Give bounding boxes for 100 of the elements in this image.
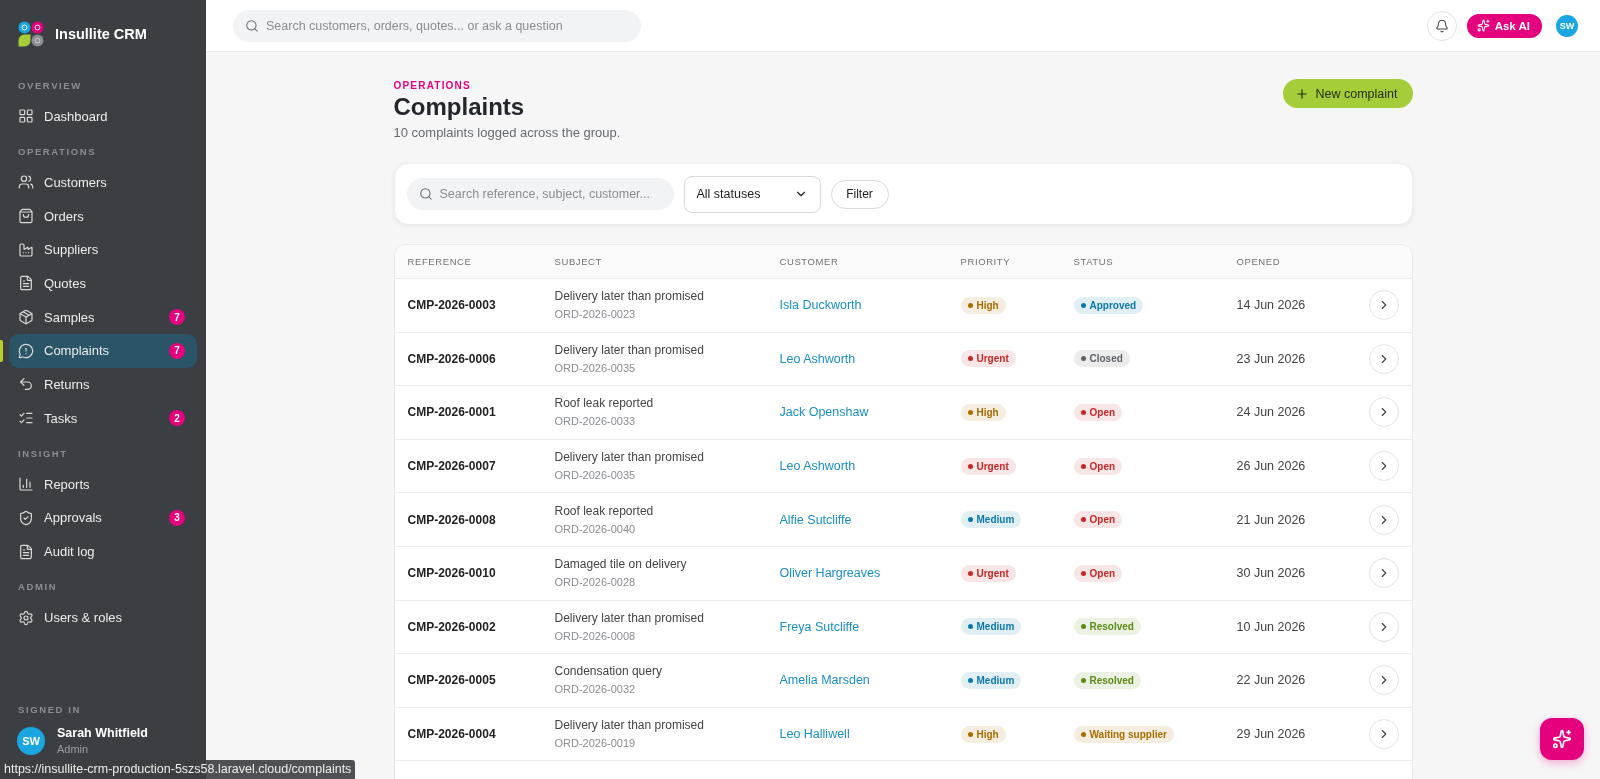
- section-label: ADMIN: [17, 580, 59, 595]
- nav-item[interactable]: Samples 7: [9, 300, 197, 334]
- column-header: CUSTOMER: [779, 256, 839, 267]
- plus-icon: [1294, 86, 1309, 101]
- filter-button[interactable]: Filter: [830, 179, 889, 209]
- status-label: Closed: [1089, 353, 1123, 365]
- nav-item[interactable]: Users & roles: [9, 600, 197, 635]
- priority-label: High: [976, 299, 999, 311]
- status-label: Open: [1089, 407, 1116, 418]
- opened-date: 14 Jun 2026: [1236, 298, 1306, 313]
- bell-icon: [1434, 18, 1449, 33]
- status-label: Waiting supplier: [1089, 728, 1167, 740]
- nav-item[interactable]: Reports: [9, 467, 197, 502]
- user-role: Admin: [57, 742, 90, 757]
- open-row-button[interactable]: [1368, 504, 1399, 535]
- order-number: ORD-2026-0032: [554, 682, 637, 697]
- open-row-button[interactable]: [1368, 611, 1399, 642]
- undo-icon: [18, 376, 34, 393]
- order-number: ORD-2026-0040: [554, 521, 637, 536]
- subject-text: Roof leak reported: [554, 396, 655, 412]
- nav-item[interactable]: Approvals 3: [9, 501, 197, 535]
- settings-icon: [18, 609, 34, 626]
- page-eyebrow: OPERATIONS: [393, 80, 472, 92]
- customer-link[interactable]: Leo Ashworth: [779, 459, 856, 474]
- opened-date: 26 Jun 2026: [1236, 459, 1306, 474]
- search-icon: [418, 187, 433, 201]
- order-number: ORD-2026-0008: [554, 628, 637, 643]
- customer-link[interactable]: Jack Openshaw: [779, 405, 869, 420]
- subject-text: Delivery later than promised: [554, 610, 705, 626]
- brand-name: Insullite CRM: [55, 26, 147, 42]
- search-icon: [245, 18, 259, 33]
- subject-text: Roof leak reported: [554, 503, 655, 519]
- nav-item[interactable]: Suppliers: [9, 232, 197, 267]
- opened-date: 30 Jun 2026: [1236, 566, 1306, 581]
- status-label: Resolved: [1089, 674, 1134, 686]
- reference-cell: CMP-2026-0002: [407, 619, 496, 634]
- open-row-button[interactable]: [1368, 451, 1399, 482]
- priority-label: Medium: [976, 674, 1015, 686]
- bag-icon: [18, 208, 34, 225]
- open-row-button[interactable]: [1368, 397, 1399, 428]
- priority-label: Urgent: [976, 567, 1009, 579]
- subject-text: Delivery later than promised: [554, 342, 705, 358]
- status-label: Approved: [1089, 299, 1137, 311]
- sparkles-icon: [1476, 19, 1490, 32]
- column-header: REFERENCE: [407, 256, 472, 267]
- grid-icon: [18, 108, 34, 125]
- nav-item[interactable]: Dashboard: [9, 99, 197, 134]
- customer-link[interactable]: Oliver Hargreaves: [779, 566, 881, 581]
- section-label: OVERVIEW: [17, 79, 83, 93]
- shield-check-icon: [18, 509, 34, 526]
- user-avatar: SW: [17, 727, 45, 755]
- nav-item[interactable]: Quotes: [9, 266, 197, 301]
- nav-item[interactable]: Tasks 2: [9, 401, 197, 435]
- subject-text: Delivery later than promised: [554, 718, 705, 734]
- status-label: Open: [1089, 514, 1116, 526]
- status-label: Open: [1089, 567, 1116, 579]
- priority-label: High: [976, 407, 999, 418]
- column-header: OPENED: [1236, 256, 1281, 267]
- open-row-button[interactable]: [1368, 343, 1399, 374]
- subject-text: Damaged tile on delivery: [554, 557, 688, 573]
- nav-item[interactable]: Customers: [9, 165, 197, 200]
- priority-label: Medium: [976, 514, 1015, 526]
- subject-text: Condensation query: [554, 664, 663, 680]
- nav-item[interactable]: Audit log: [9, 534, 197, 569]
- opened-date: 24 Jun 2026: [1236, 405, 1306, 420]
- open-row-button[interactable]: [1368, 290, 1399, 321]
- customer-link[interactable]: Alfie Sutcliffe: [779, 512, 852, 527]
- count-badge: 7: [169, 342, 185, 359]
- reference-cell: CMP-2026-0004: [407, 727, 496, 742]
- column-header: PRIORITY: [960, 256, 1011, 267]
- status-label: Open: [1089, 460, 1116, 472]
- message-alert-icon: [18, 342, 34, 359]
- new-complaint-button[interactable]: New complaint: [1282, 79, 1413, 108]
- customer-link[interactable]: Freya Sutcliffe: [779, 619, 860, 634]
- open-row-button[interactable]: [1368, 719, 1399, 750]
- opened-date: 10 Jun 2026: [1236, 619, 1306, 634]
- nav-item[interactable]: Orders: [9, 199, 197, 233]
- factory-icon: [18, 241, 34, 258]
- customer-link[interactable]: Isla Duckworth: [779, 298, 862, 313]
- open-row-button[interactable]: [1368, 665, 1399, 696]
- section-label: INSIGHT: [17, 446, 69, 461]
- ai-assistant-button[interactable]: [1540, 718, 1584, 760]
- document-icon: [18, 543, 34, 560]
- reference-cell: CMP-2026-0008: [407, 512, 496, 527]
- notifications-button[interactable]: [1426, 10, 1457, 41]
- search-field[interactable]: Search customers, orders, quotes... or ask a question: [233, 9, 641, 42]
- count-badge: 3: [169, 509, 185, 526]
- customer-link[interactable]: Leo Ashworth: [779, 351, 856, 366]
- reference-cell: CMP-2026-0006: [407, 351, 496, 366]
- status-select[interactable]: All statuses: [683, 175, 821, 213]
- order-number: ORD-2026-0023: [554, 307, 637, 322]
- search-field[interactable]: Search reference, subject, customer...: [406, 178, 674, 210]
- user-name: Sarah Whitfield: [57, 725, 148, 741]
- ask-ai-button[interactable]: Ask AI: [1466, 13, 1542, 38]
- customer-link[interactable]: Amelia Marsden: [779, 673, 870, 688]
- users-icon: [18, 174, 34, 191]
- open-row-button[interactable]: [1368, 558, 1399, 589]
- nav-item[interactable]: Returns: [9, 367, 197, 402]
- customer-link[interactable]: Leo Halliwell: [779, 727, 850, 742]
- document-icon: [18, 275, 34, 292]
